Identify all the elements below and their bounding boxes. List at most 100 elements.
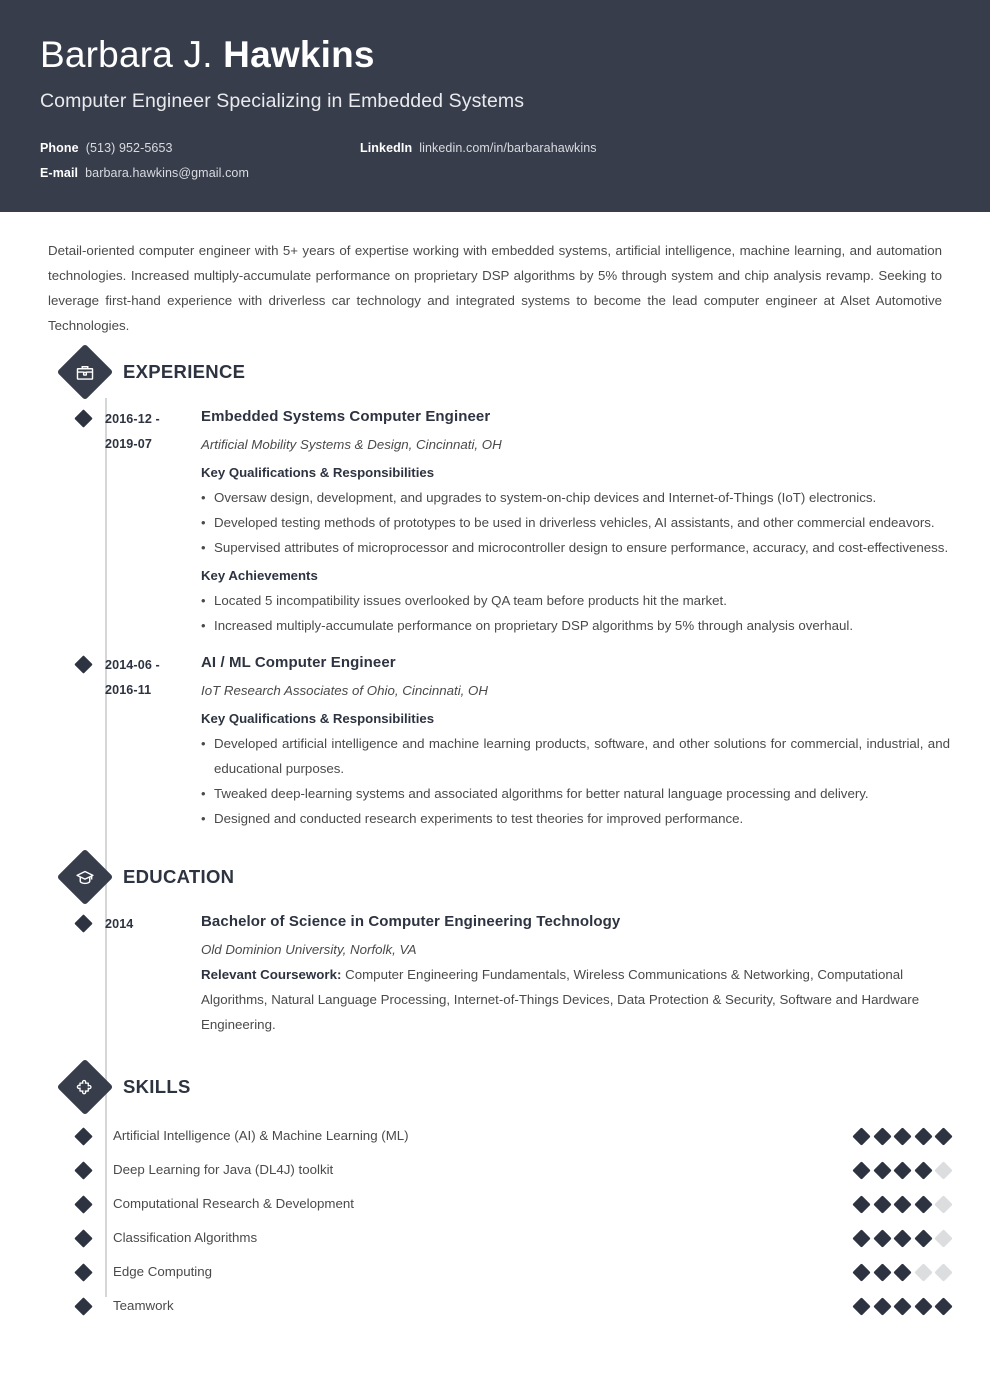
rating-diamond-filled <box>852 1228 871 1248</box>
rating-diamond-filled <box>913 1228 933 1248</box>
diamond-bullet-icon <box>74 1127 93 1146</box>
coursework-label: Relevant Coursework: <box>201 967 342 982</box>
rating-diamond-filled <box>852 1126 871 1146</box>
date-start: 2014-06 - <box>105 658 160 672</box>
timeline-marker <box>64 1255 105 1289</box>
section-skills: SKILLS Artificial Intelligence (AI) & Ma… <box>40 1058 953 1323</box>
entry-subtitle: Old Dominion University, Norfolk, VA <box>201 942 417 957</box>
entry-date: 2016-12 - 2019-07 <box>105 406 201 638</box>
timeline-marker <box>64 1187 105 1221</box>
bullet-list: Located 5 incompatibility issues overloo… <box>201 588 950 638</box>
date-start: 2016-12 - <box>105 412 160 426</box>
skill-rating <box>852 1126 953 1146</box>
rating-diamond-filled <box>852 1296 871 1316</box>
timeline-marker <box>64 652 105 831</box>
skill-rating <box>852 1194 953 1214</box>
skill-row: Computational Research & Development <box>40 1187 953 1221</box>
section-education: EDUCATION 2014 Bachelor of Science in Co… <box>40 848 950 1037</box>
date-start: 2014 <box>105 917 134 931</box>
contact-row: Phone (513) 952-5653 LinkedIn linkedin.c… <box>40 141 950 155</box>
summary-paragraph: Detail-oriented computer engineer with 5… <box>48 243 942 333</box>
contact-value[interactable]: (513) 952-5653 <box>86 141 173 155</box>
contact-info: Phone (513) 952-5653 LinkedIn linkedin.c… <box>40 141 950 180</box>
entry-title: Bachelor of Science in Computer Engineer… <box>201 913 621 930</box>
skill-name: Teamwork <box>113 1298 174 1313</box>
rating-diamond-filled <box>893 1262 912 1282</box>
rating-diamond-empty <box>913 1262 933 1282</box>
rating-diamond-filled <box>872 1262 892 1282</box>
entry-date: 2014-06 - 2016-11 <box>105 652 201 831</box>
rating-diamond-filled <box>893 1160 912 1180</box>
bullet-list: Oversaw design, development, and upgrade… <box>201 485 950 560</box>
diamond-bullet-icon <box>74 1161 93 1180</box>
resume-header: Barbara J. Hawkins Computer Engineer Spe… <box>0 0 990 212</box>
resume-page: Barbara J. Hawkins Computer Engineer Spe… <box>0 0 990 1400</box>
skill-rating <box>852 1296 953 1316</box>
skill-row: Deep Learning for Java (DL4J) toolkit <box>40 1153 953 1187</box>
page-title: Barbara J. Hawkins <box>40 32 950 78</box>
entry-subtitle: Artificial Mobility Systems & Design, Ci… <box>201 437 502 452</box>
diamond-bullet-icon <box>74 655 93 674</box>
date-end: 2019-07 <box>105 437 152 451</box>
bullet-list: Developed artificial intelligence and ma… <box>201 731 950 831</box>
skill-name: Computational Research & Development <box>113 1196 354 1211</box>
timeline-sections: EXPERIENCE 2016-12 - 2019-07 Embedded Sy… <box>40 338 953 1323</box>
rating-diamond-filled <box>852 1160 871 1180</box>
graduation-cap-icon <box>56 848 114 906</box>
skill-rating <box>852 1228 953 1248</box>
section-title: SKILLS <box>123 1076 191 1097</box>
contact-label: LinkedIn <box>360 141 413 155</box>
timeline-marker <box>64 911 105 1037</box>
group-heading: Key Qualifications & Responsibilities <box>201 711 435 726</box>
timeline-marker <box>64 406 105 638</box>
rating-diamond-filled <box>934 1296 953 1316</box>
group-heading: Key Qualifications & Responsibilities <box>201 465 435 480</box>
job-title: Computer Engineer Specializing in Embedd… <box>40 90 525 112</box>
skill-row: Artificial Intelligence (AI) & Machine L… <box>40 1119 953 1153</box>
contact-value[interactable]: barbara.hawkins@gmail.com <box>85 166 249 180</box>
skill-name: Deep Learning for Java (DL4J) toolkit <box>113 1162 334 1177</box>
list-item: Increased multiply-accumulate performanc… <box>201 613 950 638</box>
experience-entry: 2014-06 - 2016-11 AI / ML Computer Engin… <box>40 652 950 831</box>
rating-diamond-filled <box>852 1194 871 1214</box>
rating-diamond-filled <box>872 1228 892 1248</box>
timeline-marker <box>64 1221 105 1255</box>
skill-name: Artificial Intelligence (AI) & Machine L… <box>113 1128 409 1143</box>
group-heading: Key Achievements <box>201 568 318 583</box>
section-header-skills: SKILLS <box>40 1058 950 1116</box>
section-title: EXPERIENCE <box>123 361 246 382</box>
rating-diamond-empty <box>934 1194 953 1214</box>
diamond-bullet-icon <box>74 914 93 933</box>
diamond-bullet-icon <box>74 1229 93 1248</box>
contact-label: Phone <box>40 141 79 155</box>
education-entry: 2014 Bachelor of Science in Computer Eng… <box>40 911 950 1037</box>
rating-diamond-filled <box>913 1296 933 1316</box>
entry-title: AI / ML Computer Engineer <box>201 654 396 671</box>
skill-rating <box>852 1160 953 1180</box>
entry-body: Embedded Systems Computer Engineer Artif… <box>201 406 950 638</box>
date-end: 2016-11 <box>105 683 152 697</box>
rating-diamond-filled <box>913 1126 933 1146</box>
list-item: Oversaw design, development, and upgrade… <box>201 485 950 510</box>
diamond-bullet-icon <box>74 1195 93 1214</box>
rating-diamond-filled <box>852 1262 871 1282</box>
timeline-marker <box>64 1119 105 1153</box>
diamond-bullet-icon <box>74 409 93 428</box>
rating-diamond-filled <box>893 1228 912 1248</box>
entry-date: 2014 <box>105 911 201 1037</box>
section-title: EDUCATION <box>123 866 235 887</box>
skills-list: Artificial Intelligence (AI) & Machine L… <box>40 1119 953 1323</box>
diamond-bullet-icon <box>74 1297 93 1316</box>
rating-diamond-filled <box>913 1160 933 1180</box>
skill-name: Edge Computing <box>113 1264 213 1279</box>
skill-row: Edge Computing <box>40 1255 953 1289</box>
rating-diamond-empty <box>934 1262 953 1282</box>
timeline-marker <box>64 1289 105 1323</box>
contact-value[interactable]: linkedin.com/in/barbarahawkins <box>419 141 596 155</box>
timeline-marker <box>64 1153 105 1187</box>
skill-row: Teamwork <box>40 1289 953 1323</box>
coursework: Relevant Coursework: Computer Engineerin… <box>201 962 950 1037</box>
skill-row: Classification Algorithms <box>40 1221 953 1255</box>
entry-body: AI / ML Computer Engineer IoT Research A… <box>201 652 950 831</box>
list-item: Tweaked deep-learning systems and associ… <box>201 781 950 806</box>
